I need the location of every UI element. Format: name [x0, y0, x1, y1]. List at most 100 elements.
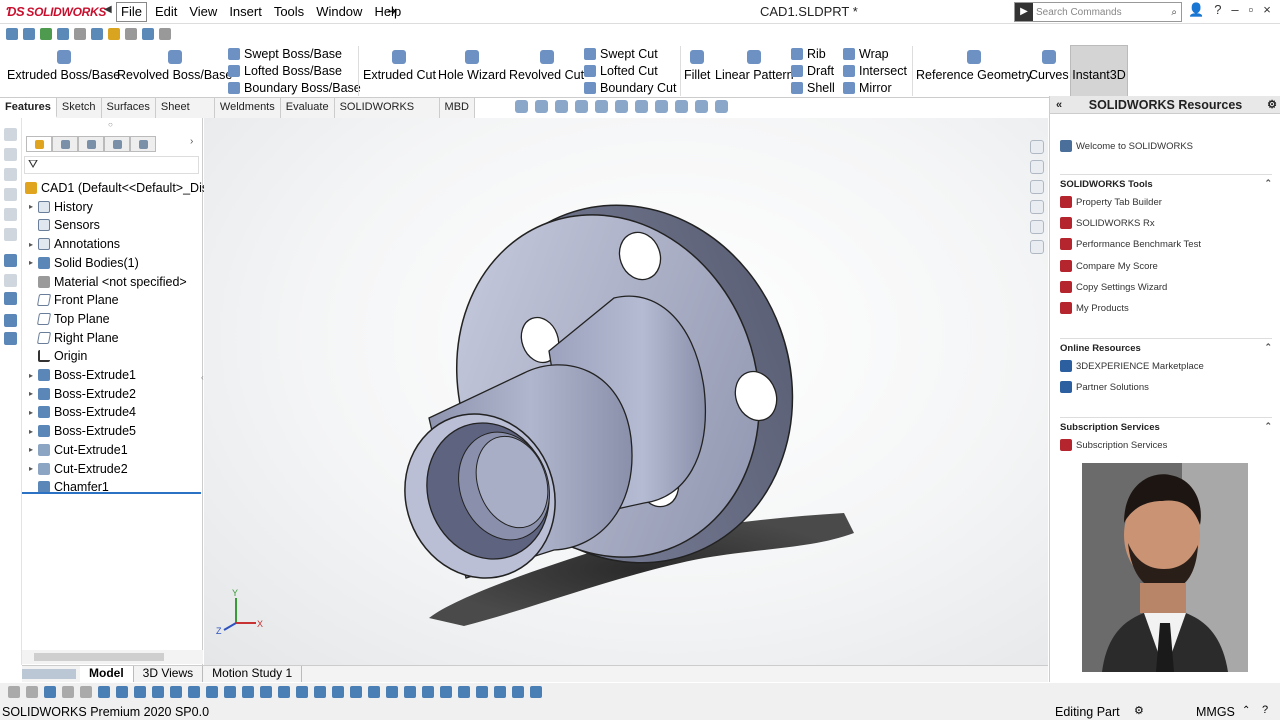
tree-item[interactable]: ▸ Boss-Extrude5 [24, 422, 136, 440]
online-link[interactable]: Partner Solutions [1060, 381, 1149, 393]
instant3d-button[interactable]: Instant3D [1070, 45, 1128, 97]
tree-item[interactable]: ▸ Annotations [24, 235, 120, 253]
hole-wizard-button[interactable]: Hole Wizard [438, 50, 506, 82]
rib-button[interactable]: Rib [791, 47, 826, 61]
online-link[interactable]: 3DEXPERIENCE Marketplace [1060, 360, 1204, 372]
design-library-icon[interactable] [1030, 160, 1044, 174]
solidworks-logo[interactable]: ƊS SOLIDWORKS [6, 4, 106, 19]
tab-addins[interactable]: SOLIDWORKS Add-Ins [334, 98, 440, 132]
tree-item[interactable]: Right Plane [24, 329, 119, 347]
help-status-icon[interactable]: ? [1262, 704, 1268, 716]
custom-properties-icon[interactable] [1030, 240, 1044, 254]
subscription-section-header[interactable]: Subscription Services ⌃ [1060, 417, 1272, 433]
extruded-boss-button[interactable]: Extruded Boss/Base [7, 50, 120, 82]
filter-sketch-points-icon[interactable] [224, 686, 236, 698]
tab-scroll-arrows[interactable] [22, 669, 76, 679]
tool-link[interactable]: My Products [1060, 302, 1129, 314]
tab-weldments[interactable]: Weldments [214, 98, 281, 118]
configuration-manager-tab-icon[interactable] [78, 136, 104, 152]
tab-surfaces[interactable]: Surfaces [101, 98, 156, 118]
filter-cosmetic-thread-icon[interactable] [440, 686, 452, 698]
expand-arrow-icon[interactable]: ▸ [24, 445, 38, 454]
pane-options-icon[interactable]: ⚙ [1267, 96, 1277, 114]
chevron-up-icon[interactable]: ⌃ [1264, 421, 1272, 432]
tools-section-header[interactable]: SOLIDWORKS Tools ⌃ [1060, 174, 1272, 190]
tree-item[interactable]: ▸ Boss-Extrude1 [24, 366, 136, 384]
tree-item[interactable]: ▸ History [24, 198, 93, 216]
search-icon[interactable]: ⌕ [1171, 7, 1177, 18]
reference-geometry-button[interactable]: Reference Geometry [916, 50, 1032, 82]
menu-edit[interactable]: Edit [149, 0, 183, 24]
tab-sketch[interactable]: Sketch [56, 98, 102, 118]
menu-tools[interactable]: Tools [268, 0, 310, 24]
filter-sketch-segments-icon[interactable] [242, 686, 254, 698]
intersect-button[interactable]: Intersect [843, 64, 907, 78]
pin-menu-icon[interactable]: ⇥ [387, 4, 397, 18]
filter-center-marks-icon[interactable] [278, 686, 290, 698]
zoom-to-fit-icon[interactable] [515, 100, 528, 113]
menu-view[interactable]: View [183, 0, 223, 24]
collapse-pane-icon[interactable]: « [1056, 96, 1062, 114]
tree-item[interactable]: Sensors [24, 216, 100, 234]
filter-geometric-tolerance-icon[interactable] [350, 686, 362, 698]
select-cursor-icon[interactable] [62, 686, 74, 698]
lofted-boss-button[interactable]: Lofted Boss/Base [228, 64, 342, 78]
filter-connection-points-icon[interactable] [494, 686, 506, 698]
help-button[interactable]: ? [1214, 2, 1221, 18]
subscription-link[interactable]: Subscription Services [1060, 439, 1167, 451]
strip-tool-icon[interactable] [4, 254, 17, 267]
section-view-icon[interactable] [575, 100, 588, 113]
filter-planes-icon[interactable] [206, 686, 218, 698]
strip-tool-icon[interactable] [4, 208, 17, 221]
scrollbar-thumb[interactable] [34, 653, 164, 661]
menu-insert[interactable]: Insert [223, 0, 268, 24]
strip-tool-icon[interactable] [4, 274, 17, 287]
menu-window[interactable]: Window [310, 0, 368, 24]
online-section-header[interactable]: Online Resources ⌃ [1060, 338, 1272, 354]
revolved-boss-button[interactable]: Revolved Boss/Base [117, 50, 232, 82]
chevron-up-icon[interactable]: ⌃ [1264, 178, 1272, 189]
boundary-cut-button[interactable]: Boundary Cut [584, 81, 676, 95]
panel-grip-icon[interactable]: ○ [108, 120, 113, 129]
strip-tool-icon[interactable] [4, 148, 17, 161]
draft-button[interactable]: Draft [791, 64, 834, 78]
strip-tool-icon[interactable] [4, 128, 17, 141]
shell-button[interactable]: Shell [791, 81, 835, 95]
tree-scrollbar[interactable] [22, 650, 203, 664]
tree-item[interactable]: ▸ Boss-Extrude2 [24, 385, 136, 403]
view-palette-icon[interactable] [1030, 200, 1044, 214]
strip-tool-icon[interactable] [4, 292, 17, 305]
filter-faces-icon[interactable] [134, 686, 146, 698]
tool-link[interactable]: Copy Settings Wizard [1060, 281, 1167, 293]
save-icon[interactable] [40, 28, 52, 40]
strip-tool-icon[interactable] [4, 332, 17, 345]
strip-tool-icon[interactable] [4, 168, 17, 181]
dynamic-annotation-icon[interactable] [595, 100, 608, 113]
tool-link[interactable]: Performance Benchmark Test [1060, 238, 1201, 250]
chevron-up-icon[interactable]: ⌃ [1242, 705, 1250, 716]
tree-item[interactable]: ▸ Boss-Extrude4 [24, 403, 136, 421]
view-orientation-icon[interactable] [615, 100, 628, 113]
tree-item[interactable]: Top Plane [24, 310, 110, 328]
expand-arrow-icon[interactable]: ▸ [24, 408, 38, 417]
filter-toggle-icon[interactable] [8, 686, 20, 698]
view-settings-icon[interactable] [715, 100, 728, 113]
fillet-button[interactable]: Fillet [684, 50, 710, 82]
rebuild-icon[interactable] [108, 28, 120, 40]
tree-item[interactable]: Material <not specified> [24, 273, 187, 291]
select-icon[interactable] [91, 28, 103, 40]
tree-item[interactable]: ▸ Cut-Extrude1 [24, 441, 128, 459]
expand-arrow-icon[interactable]: ▸ [24, 371, 38, 380]
tree-item[interactable]: ▸ Solid Bodies(1) [24, 254, 139, 272]
tab-3d-views[interactable]: 3D Views [134, 666, 204, 682]
lofted-cut-button[interactable]: Lofted Cut [584, 64, 658, 78]
filter-notes-icon[interactable] [368, 686, 380, 698]
new-icon[interactable] [6, 28, 18, 40]
filter-datum-target-icon[interactable] [422, 686, 434, 698]
wrap-button[interactable]: Wrap [843, 47, 889, 61]
filter-mesh-icon[interactable] [530, 686, 542, 698]
tree-item[interactable]: Front Plane [24, 291, 119, 309]
edit-appearance-icon[interactable] [675, 100, 688, 113]
tab-motion-study[interactable]: Motion Study 1 [203, 666, 303, 682]
revolved-cut-button[interactable]: Revolved Cut [509, 50, 584, 82]
